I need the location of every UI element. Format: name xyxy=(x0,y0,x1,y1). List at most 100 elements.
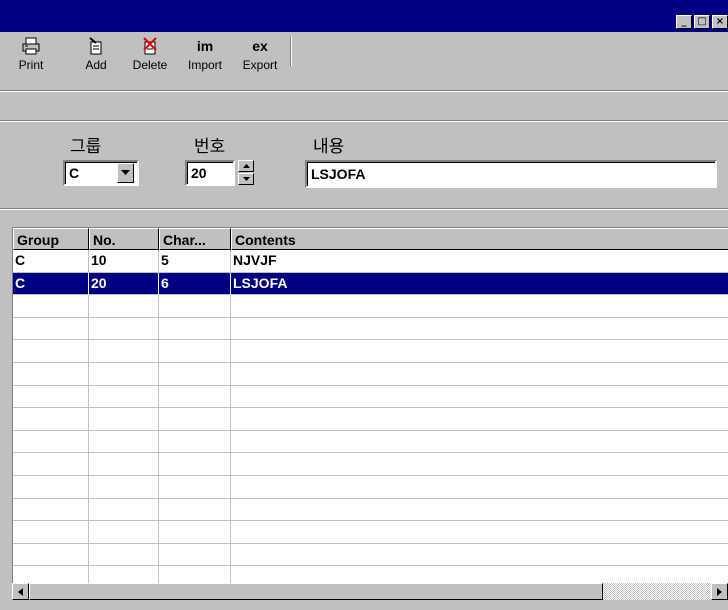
empty-table-row[interactable] xyxy=(13,498,728,522)
column-header-group[interactable]: Group xyxy=(13,228,89,250)
table-cell: 6 xyxy=(159,272,231,296)
table-cell xyxy=(231,431,728,454)
table-cell xyxy=(231,566,728,583)
table-cell xyxy=(159,475,231,499)
table-cell xyxy=(231,295,728,318)
table-cell xyxy=(13,498,89,522)
add-label: Add xyxy=(85,58,107,72)
table-cell: C xyxy=(13,250,89,273)
window-controls: _ □ × xyxy=(674,15,728,29)
printer-icon xyxy=(22,36,40,56)
table-cell: NJVJF xyxy=(231,250,728,273)
add-document-icon xyxy=(87,36,105,56)
contents-field[interactable]: LSJOFA xyxy=(305,160,717,188)
number-field[interactable]: 20 xyxy=(185,160,235,186)
table-cell xyxy=(13,566,89,583)
table-cell: LSJOFA xyxy=(231,272,728,296)
contents-value: LSJOFA xyxy=(311,166,366,182)
print-button[interactable]: Print xyxy=(8,34,54,86)
table-row[interactable]: C 10 5 NJVJF xyxy=(13,250,728,273)
table-cell xyxy=(159,317,231,341)
number-label: 번호 xyxy=(194,137,226,156)
scroll-right-button[interactable] xyxy=(711,583,728,600)
maximize-button[interactable]: □ xyxy=(694,15,710,29)
print-label: Print xyxy=(18,58,44,72)
empty-table-row[interactable] xyxy=(13,430,728,454)
table-cell xyxy=(89,362,159,386)
records-grid[interactable]: Group No. Char... Contents C 10 5 NJVJF C 20 6… xyxy=(12,227,728,583)
table-cell xyxy=(13,385,89,409)
import-label: Import xyxy=(187,58,222,72)
table-cell xyxy=(231,544,728,567)
table-cell xyxy=(89,543,159,567)
empty-table-row[interactable] xyxy=(13,408,728,431)
grid-header: Group No. Char... Contents xyxy=(13,228,728,250)
table-cell xyxy=(231,453,728,476)
number-spin-up[interactable] xyxy=(238,160,254,172)
spin-down-icon xyxy=(242,177,250,181)
table-cell xyxy=(89,475,159,499)
arrow-right-icon xyxy=(717,587,722,596)
number-spin-down[interactable] xyxy=(238,173,254,185)
empty-table-row[interactable] xyxy=(13,543,728,567)
minimize-button[interactable]: _ xyxy=(676,15,692,29)
empty-table-row[interactable] xyxy=(13,521,728,544)
group-dropdown-button[interactable] xyxy=(117,163,134,183)
table-cell xyxy=(159,543,231,567)
empty-table-row[interactable] xyxy=(13,453,728,476)
table-cell xyxy=(159,385,231,409)
add-button[interactable]: Add xyxy=(78,34,114,86)
entry-form: 그룹 C 번호 20 내용 LSJOFA xyxy=(0,122,728,206)
import-button[interactable]: im Import xyxy=(180,34,230,86)
table-cell: 20 xyxy=(89,272,159,296)
table-cell: 5 xyxy=(159,250,231,273)
table-cell xyxy=(231,340,728,363)
table-cell xyxy=(89,385,159,409)
table-cell xyxy=(13,543,89,567)
table-cell xyxy=(231,499,728,522)
delete-document-icon xyxy=(141,36,159,56)
group-label: 그룹 xyxy=(70,137,102,156)
empty-table-row[interactable] xyxy=(13,340,728,363)
table-cell xyxy=(89,295,159,318)
table-cell xyxy=(13,317,89,341)
table-cell xyxy=(89,453,159,476)
table-row[interactable]: C 20 6 LSJOFA xyxy=(13,272,728,296)
table-cell xyxy=(13,475,89,499)
table-cell xyxy=(159,295,231,318)
table-cell xyxy=(159,498,231,522)
table-cell xyxy=(159,340,231,363)
table-cell xyxy=(159,453,231,476)
title-bar: _ □ × xyxy=(0,0,728,32)
empty-table-row[interactable] xyxy=(13,475,728,499)
table-cell xyxy=(13,408,89,431)
table-cell xyxy=(89,317,159,341)
column-header-char[interactable]: Char... xyxy=(159,228,231,250)
empty-table-row[interactable] xyxy=(13,362,728,386)
column-header-number[interactable]: No. xyxy=(89,228,159,250)
empty-table-row[interactable] xyxy=(13,566,728,583)
chevron-down-icon xyxy=(121,170,130,175)
contents-label: 내용 xyxy=(313,137,345,156)
table-cell xyxy=(89,521,159,544)
table-cell xyxy=(13,453,89,476)
empty-table-row[interactable] xyxy=(13,385,728,409)
export-button[interactable]: ex Export xyxy=(234,34,286,86)
table-cell xyxy=(231,476,728,499)
scroll-left-button[interactable] xyxy=(12,583,29,600)
toolbar-separator xyxy=(290,36,292,66)
empty-table-row[interactable] xyxy=(13,317,728,341)
delete-button[interactable]: Delete xyxy=(126,34,174,86)
toolbar: Print Add Delete im Import ex Export xyxy=(0,32,728,90)
close-button[interactable]: × xyxy=(712,15,728,29)
horizontal-scrollbar[interactable] xyxy=(12,583,728,600)
table-cell xyxy=(89,566,159,583)
export-label: Export xyxy=(242,58,278,72)
scroll-thumb[interactable] xyxy=(29,583,603,600)
table-cell: 10 xyxy=(89,250,159,273)
arrow-left-icon xyxy=(18,587,23,596)
table-cell xyxy=(159,430,231,454)
empty-table-row[interactable] xyxy=(13,295,728,318)
table-cell xyxy=(89,430,159,454)
column-header-contents[interactable]: Contents xyxy=(231,228,728,250)
